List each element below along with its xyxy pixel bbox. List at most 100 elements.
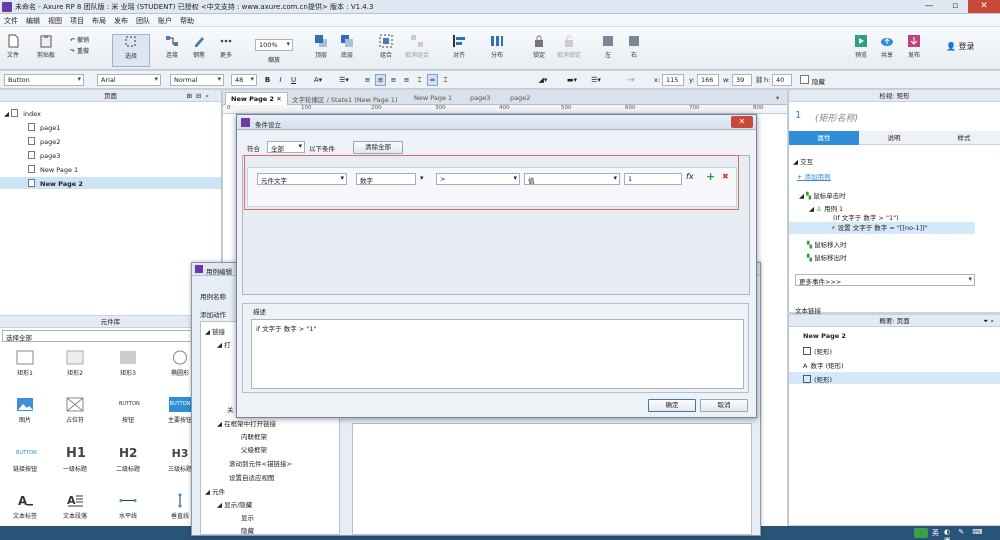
preview-button[interactable]: 预览 [850,34,872,59]
menu-edit[interactable]: 编辑 [22,14,44,26]
maximize-button[interactable]: ▫ [942,0,968,13]
outline-item-number[interactable]: A 数字 (矩形) [803,360,844,370]
menu-help[interactable]: 帮助 [176,14,198,26]
menu-project[interactable]: 项目 [66,14,88,26]
send-to-back-button[interactable]: 底层 [336,34,358,59]
action-parent-frame[interactable]: 父级框架 [241,444,267,454]
action-group-link[interactable]: ◢ 链接 [205,326,225,336]
redo-button[interactable]: ↷ 重做 [70,46,89,55]
font-family-select[interactable]: Arial [97,74,161,86]
action-group-widgets[interactable]: ◢ 元件 [205,486,225,496]
share-button[interactable]: 共享 [876,34,898,59]
font-size-select[interactable]: 48 [231,74,257,86]
action-show[interactable]: 显示 [241,512,254,522]
outline-page[interactable]: New Page 2 [803,332,846,340]
widget-rect1[interactable]: 矩形1 [5,350,45,377]
clear-all-button[interactable]: 清除全部 [353,141,403,154]
file-button[interactable]: 文件 [3,34,23,59]
page-item-page1[interactable]: page1 [28,123,60,132]
ime-mode[interactable]: 英 [932,528,939,538]
ungroup-button[interactable]: 取消组合 [400,34,434,59]
action-open-in-frame[interactable]: ◢ 在框架中打开链接 [217,418,276,428]
valign-middle-button[interactable]: ═ [427,74,438,86]
action-inline-frame[interactable]: 内联框架 [241,431,267,441]
library-filter-select[interactable]: 选择全部 [2,330,220,342]
close-dialog-button[interactable]: ✕ [731,116,753,128]
unlock-button[interactable]: 取消锁定 [552,34,586,59]
condition-target-type-select[interactable]: 元件文字 [257,173,347,185]
search-icon[interactable]: ⌕ [205,92,213,100]
event-mouse-enter[interactable]: ▚ 鼠标移入时 [807,239,847,249]
connect-tool-button[interactable]: 连接 [160,34,184,59]
action-show-hide[interactable]: ◢ 显示/隐藏 [217,499,252,509]
ok-button[interactable]: 确定 [648,399,696,412]
valign-bottom-button[interactable]: ⌶ [440,74,451,86]
x-input[interactable]: 115 [662,74,684,86]
outline-item-rect-selected[interactable]: (矩形) [789,372,1000,384]
event-mouse-leave[interactable]: ▚ 鼠标移出时 [807,252,847,262]
widget-button[interactable]: BUTTON 按钮 [108,397,148,424]
justify-text-button[interactable]: ≡ [401,74,412,86]
add-folder-icon[interactable]: ⊟ [196,92,205,100]
tray-icons[interactable]: ◐ ✎ ⌨ ▣ [944,528,1000,540]
minimize-button[interactable]: — [916,0,942,13]
page-item-page2[interactable]: page2 [28,137,60,146]
add-page-icon[interactable]: ⊞ [186,92,195,100]
widget-image[interactable]: 图片 [5,397,45,424]
align-left-text-button[interactable]: ≡ [362,74,373,86]
filter-icon[interactable]: ⏷ ⌕ [983,315,994,327]
interaction-section[interactable]: ◢ 交互 [793,156,813,166]
condition-value-type-select[interactable]: 值 [524,173,620,185]
valign-top-button[interactable]: ⌶ [414,74,425,86]
shape-name-input[interactable]: (矩形名称) [815,111,858,124]
align-button[interactable]: 对齐 [446,34,472,59]
menu-team[interactable]: 团队 [132,14,154,26]
page-item-index[interactable]: ◢ index [4,109,41,118]
widget-link-button[interactable]: BUTTON 链接按钮 [5,446,45,473]
close-window-button[interactable]: ✕ [968,0,1000,13]
font-weight-select[interactable]: Normal [170,74,224,86]
tab-new-page-1[interactable]: New Page 1 [409,92,457,105]
close-tab-icon[interactable]: ✕ [276,95,281,103]
tab-new-page-2[interactable]: New Page 2 ✕ [225,92,288,105]
line-style-button[interactable]: ▬▾ [562,74,582,86]
distribute-button[interactable]: 分布 [484,34,510,59]
menu-layout[interactable]: 布局 [88,14,110,26]
pen-tool-button[interactable]: 钢笔 [188,34,210,59]
widget-horizontal-line[interactable]: 水平线 [108,493,148,520]
delete-condition-icon[interactable]: ✖ [722,172,729,181]
hidden-checkbox[interactable] [800,75,809,84]
widget-text-label[interactable]: A 文本标签 [5,493,45,520]
widget-rect3[interactable]: 矩形3 [108,350,148,377]
arrow-style-button[interactable]: ⇢▾ [620,74,640,86]
tabs-dropdown-icon[interactable]: ▾ [771,92,784,105]
bring-to-front-button[interactable]: 顶层 [310,34,332,59]
zoom-select[interactable]: 100% [255,39,293,51]
condition-value-input[interactable]: 1 [624,173,682,185]
width-input[interactable]: 39 [732,74,752,86]
collapse-icon[interactable]: ◢ [4,110,9,118]
right-button[interactable]: 右 [624,34,644,59]
tab-text-carousel[interactable]: 文字轮播区 / State1 (New Page 1) [287,92,402,105]
action-hide[interactable]: 隐藏 [241,525,254,535]
page-item-page3[interactable]: page3 [28,151,60,160]
login-button[interactable]: 👤 登录 [946,41,975,52]
ime-logo-icon[interactable] [914,528,928,538]
action-close-window[interactable]: 关 [227,404,234,414]
widget-placeholder[interactable]: 占位符 [55,397,95,424]
page-item-new-page-2[interactable]: New Page 2 [0,177,221,189]
menu-view[interactable]: 视图 [44,14,66,26]
y-input[interactable]: 166 [697,74,719,86]
menu-file[interactable]: 文件 [0,14,22,26]
align-right-text-button[interactable]: ≡ [388,74,399,86]
menu-account[interactable]: 账户 [154,14,176,26]
more-tools-button[interactable]: 更多 [214,34,238,59]
lock-ratio-icon[interactable]: ⛓ [755,76,763,84]
tab-page2[interactable]: page2 [505,92,535,105]
tab-properties[interactable]: 属性 [789,131,859,145]
tab-notes[interactable]: 说明 [859,131,929,145]
cancel-button[interactable]: 取消 [700,399,748,412]
left-button[interactable]: 左 [598,34,618,59]
align-center-text-button[interactable]: ≡ [375,74,386,86]
action-scroll-to-widget[interactable]: 滚动到元件<锚链接> [229,458,292,468]
